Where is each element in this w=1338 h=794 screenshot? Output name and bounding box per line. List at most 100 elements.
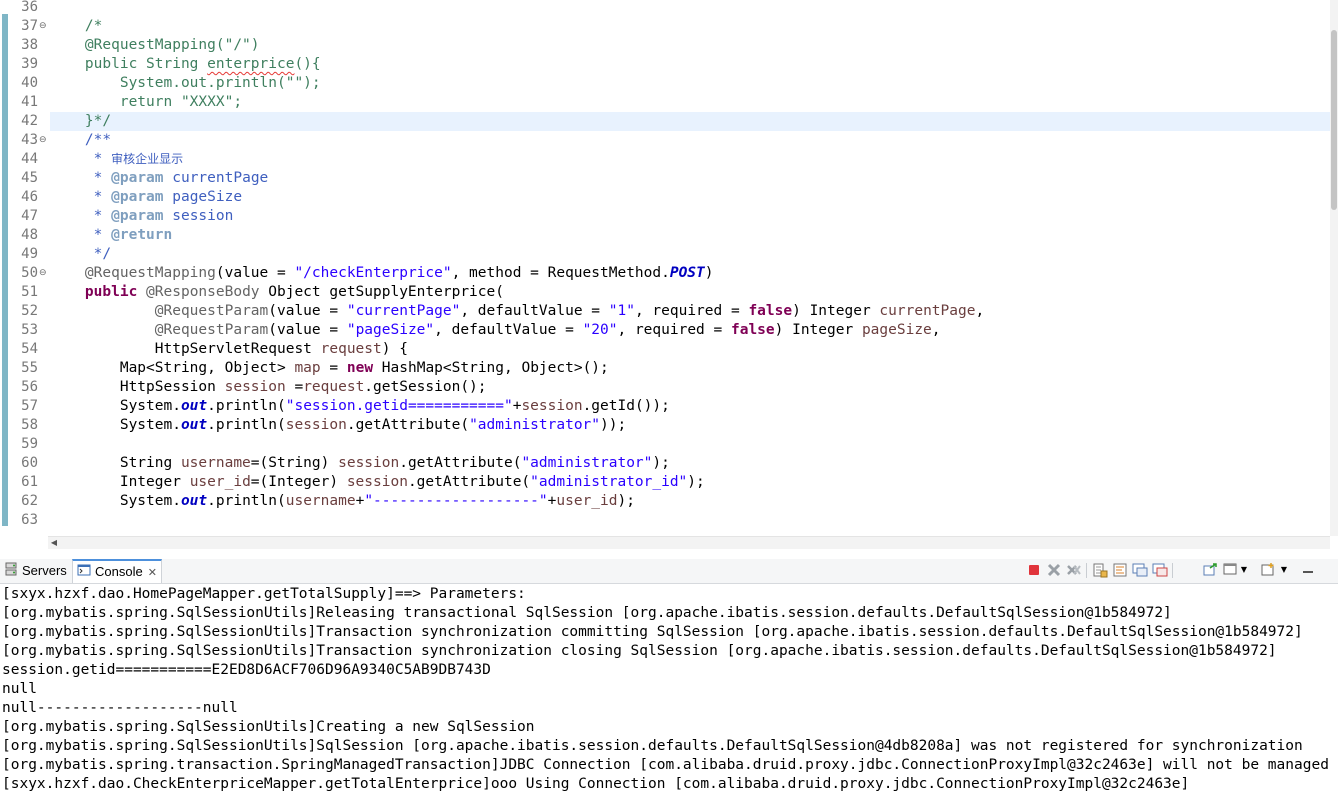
console-line: [org.mybatis.spring.SqlSessionUtils]Rele… — [2, 605, 1172, 621]
code-line: * @param pageSize — [93, 189, 243, 205]
console-line: [sxyx.hzxf.dao.CheckEnterpriceMapper.get… — [2, 776, 1190, 792]
line-number: 62 — [21, 493, 38, 509]
terminate-icon[interactable] — [1026, 562, 1042, 578]
console-line: session.getid===========E2ED8D6ACF706D96… — [2, 662, 491, 678]
line-number: 54 — [21, 341, 38, 357]
code-line: HttpServletRequest request) { — [154, 341, 408, 357]
code-line: * @return — [93, 227, 173, 243]
line-number: 55 — [21, 360, 38, 376]
code-line: System.out.println(username+"-----------… — [119, 493, 635, 509]
code-line: @RequestMapping(value = "/checkEnterpric… — [84, 265, 714, 281]
line-number: 50 — [21, 265, 38, 281]
show-on-stdout-icon[interactable] — [1132, 562, 1148, 578]
code-line: public @ResponseBody Object getSupplyEnt… — [84, 284, 504, 300]
code-line: @RequestParam(value = "currentPage", def… — [154, 303, 985, 319]
fold-collapse-icon[interactable]: ⊖ — [39, 22, 48, 31]
fold-collapse-icon[interactable]: ⊖ — [39, 269, 48, 278]
close-icon[interactable]: ✕ — [148, 567, 157, 579]
line-number: 63 — [21, 512, 38, 528]
console-icon — [77, 562, 91, 584]
remove-launch-icon[interactable] — [1046, 562, 1062, 578]
spelling-warning: enterprice — [207, 56, 295, 72]
line-number: 47 — [21, 208, 38, 224]
scroll-left-icon[interactable]: ◀ — [48, 537, 60, 549]
console-line: [org.mybatis.spring.transaction.SpringMa… — [2, 757, 1329, 773]
line-number: 40 — [21, 75, 38, 91]
line-number: 42 — [21, 113, 38, 129]
vertical-scrollbar[interactable] — [1330, 0, 1338, 536]
view-tab-bar: Servers Console ✕ ▼ ▼ — [0, 559, 1338, 584]
code-line: String username=(String) session.getAttr… — [119, 455, 670, 471]
code-line: */ — [93, 246, 112, 262]
code-line: public String enterprice(){ — [84, 56, 321, 72]
code-line: * @param currentPage — [93, 170, 269, 186]
line-number: 53 — [21, 322, 38, 338]
fold-collapse-icon[interactable]: ⊖ — [39, 136, 48, 145]
console-line: null-------------------null — [2, 700, 238, 716]
scroll-lock-icon[interactable] — [1092, 562, 1108, 578]
servers-icon — [4, 560, 18, 584]
code-line: /** — [84, 132, 112, 148]
tab-label: Console — [95, 564, 143, 579]
line-number: 51 — [21, 284, 38, 300]
line-number: 52 — [21, 303, 38, 319]
scrollbar-thumb[interactable] — [1331, 30, 1337, 210]
line-number: 37 — [21, 18, 38, 34]
display-console-icon[interactable] — [1222, 562, 1238, 578]
code-line: System.out.println("session.getid=======… — [119, 398, 670, 414]
open-console-icon[interactable] — [1260, 562, 1276, 578]
console-line: [org.mybatis.spring.SqlSessionUtils]Tran… — [2, 624, 1303, 640]
line-number: 60 — [21, 455, 38, 471]
line-number: 43 — [21, 132, 38, 148]
code-area[interactable]: /* @RequestMapping("/") public String en… — [50, 0, 1330, 536]
line-number-gutter: 36 37 38 39 40 41 42 43 44 45 46 47 48 4… — [12, 0, 48, 536]
chevron-down-icon[interactable]: ▼ — [1280, 562, 1288, 578]
code-line: return "XXXX"; — [119, 94, 243, 110]
line-number: 38 — [21, 37, 38, 53]
console-line: [sxyx.hzxf.dao.HomePageMapper.getTotalSu… — [2, 586, 535, 602]
toolbar-separator — [1086, 563, 1087, 578]
code-line: * @param session — [93, 208, 234, 224]
code-line: * 审核企业显示 — [93, 151, 184, 167]
console-line: [org.mybatis.spring.SqlSessionUtils]SqlS… — [2, 738, 1303, 754]
code-line: Integer user_id=(Integer) session.getAtt… — [119, 474, 705, 490]
tab-label: Servers — [22, 563, 67, 578]
console-view: Servers Console ✕ ▼ ▼ [sxyx.hzxf.dao.Hom… — [0, 559, 1338, 794]
word-wrap-icon[interactable] — [1112, 562, 1128, 578]
remove-all-terminated-icon[interactable] — [1066, 562, 1082, 578]
current-line-highlight: }*/ — [50, 112, 1330, 131]
horizontal-scrollbar[interactable]: ◀ — [48, 536, 1330, 549]
pin-console-icon[interactable] — [1202, 562, 1218, 578]
line-number: 48 — [21, 227, 38, 243]
show-on-stderr-icon[interactable] — [1152, 562, 1168, 578]
code-line: System.out.println(session.getAttribute(… — [119, 417, 627, 433]
line-number: 61 — [21, 474, 38, 490]
code-line: Map<String, Object> map = new HashMap<St… — [119, 360, 609, 376]
line-number: 57 — [21, 398, 38, 414]
console-toolbar: ▼ ▼ — [1026, 562, 1332, 580]
code-line: @RequestMapping("/") — [84, 37, 260, 53]
line-number: 46 — [21, 189, 38, 205]
console-output[interactable]: [sxyx.hzxf.dao.HomePageMapper.getTotalSu… — [0, 585, 1338, 794]
code-line: /* — [84, 18, 103, 34]
line-number: 49 — [21, 246, 38, 262]
line-number: 45 — [21, 170, 38, 186]
console-line: null — [2, 681, 37, 697]
line-number: 36 — [21, 0, 38, 15]
console-line: [org.mybatis.spring.SqlSessionUtils]Crea… — [2, 719, 535, 735]
line-number: 41 — [21, 94, 38, 110]
line-number: 56 — [21, 379, 38, 395]
toolbar-separator — [1172, 563, 1173, 578]
tab-servers[interactable]: Servers — [4, 559, 67, 583]
tab-console[interactable]: Console ✕ — [72, 559, 162, 583]
code-editor[interactable]: 36 37 38 39 40 41 42 43 44 45 46 47 48 4… — [0, 0, 1338, 550]
change-ruler — [0, 0, 11, 536]
line-number: 59 — [21, 436, 38, 452]
code-line: System.out.println(""); — [119, 75, 321, 91]
minimize-icon[interactable] — [1300, 562, 1316, 578]
chevron-down-icon[interactable]: ▼ — [1240, 562, 1248, 578]
line-number: 39 — [21, 56, 38, 72]
code-line: HttpSession session =request.getSession(… — [119, 379, 487, 395]
code-line: @RequestParam(value = "pageSize", defaul… — [154, 322, 941, 338]
console-line: [org.mybatis.spring.SqlSessionUtils]Tran… — [2, 643, 1277, 659]
